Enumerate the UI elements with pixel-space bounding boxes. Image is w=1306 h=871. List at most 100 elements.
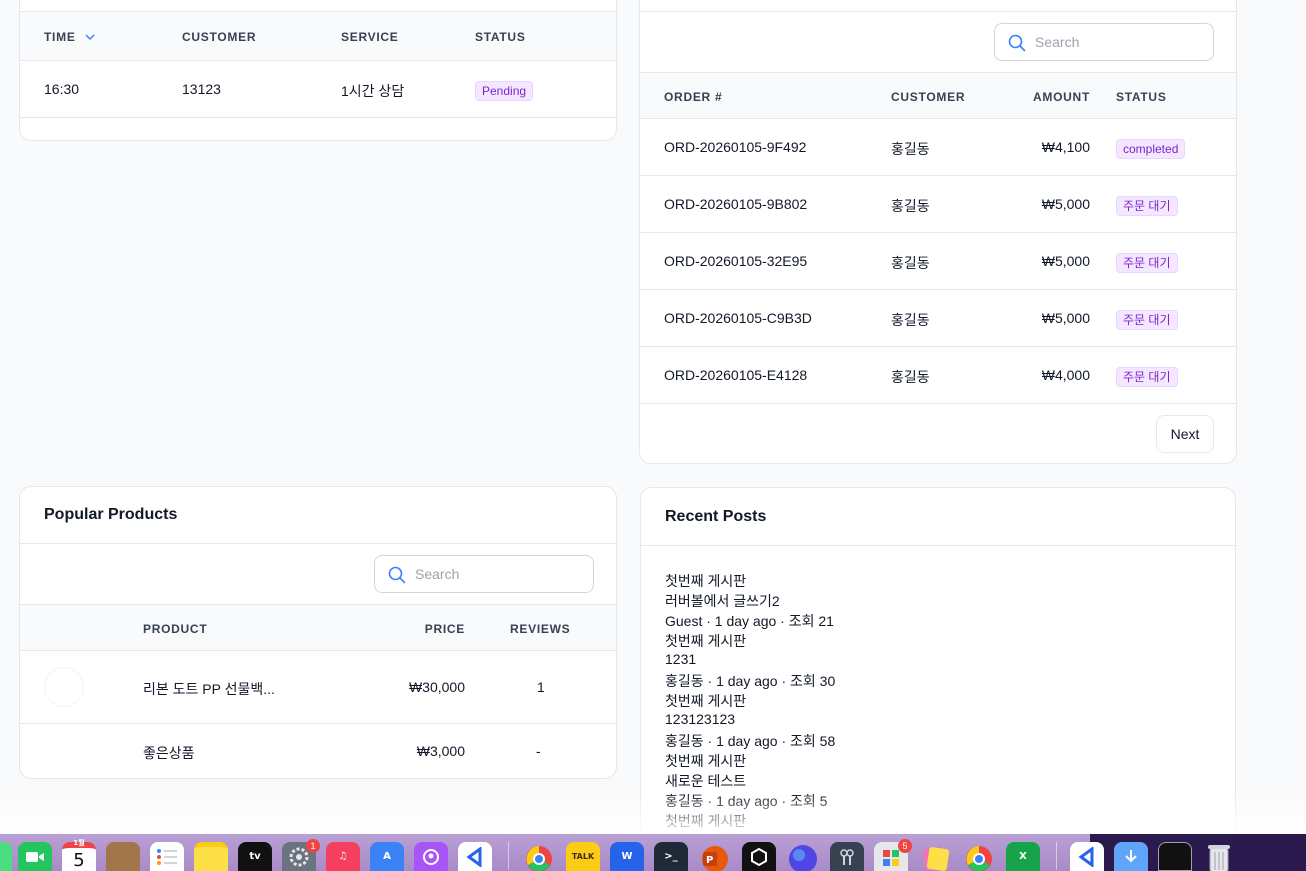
post-meta: 홍길동 · 1 day ago · 조회 30 bbox=[665, 673, 836, 689]
order-customer: 홍길동 bbox=[891, 312, 930, 328]
order-customer: 홍길동 bbox=[891, 198, 930, 214]
post-title[interactable]: 새로운 테스트 bbox=[665, 771, 746, 791]
settings-notification-badge: 1 bbox=[306, 839, 320, 853]
table-row[interactable]: ORD-20260105-E4128 홍길동 ₩4,000 주문 대기 bbox=[640, 347, 1236, 404]
powerpoint-icon[interactable]: P bbox=[698, 842, 732, 871]
post-board: 첫번째 게시판 bbox=[665, 753, 747, 769]
order-number: ORD-20260105-9B802 bbox=[664, 196, 808, 212]
header-status: STATUS bbox=[475, 30, 526, 44]
post-title[interactable]: 1231 bbox=[665, 651, 696, 667]
header-product: PRODUCT bbox=[143, 622, 208, 636]
svg-text:P: P bbox=[706, 855, 713, 866]
music-icon[interactable]: ♫ bbox=[326, 842, 360, 871]
next-page-button[interactable]: Next bbox=[1156, 415, 1214, 453]
unity-icon[interactable] bbox=[742, 842, 776, 871]
kakaotalk-icon[interactable]: TALK bbox=[566, 842, 600, 871]
table-row[interactable]: ORD-20260105-32E95 홍길동 ₩5,000 주문 대기 bbox=[640, 233, 1236, 290]
table-row[interactable]: 리본 도트 PP 선물백... ₩30,000 1 bbox=[20, 651, 616, 724]
apple-tv-icon[interactable]: tv bbox=[238, 842, 272, 871]
post-board: 첫번째 게시판 bbox=[665, 633, 747, 649]
status-badge: 주문 대기 bbox=[1116, 196, 1178, 216]
appointment-customer: 13123 bbox=[182, 81, 221, 97]
order-amount: ₩5,000 bbox=[1041, 253, 1090, 269]
order-customer: 홍길동 bbox=[891, 255, 930, 271]
header-service: SERVICE bbox=[341, 30, 399, 44]
table-row[interactable]: 좋은상품 ₩3,000 - bbox=[20, 724, 616, 778]
header-time[interactable]: TIME bbox=[44, 30, 76, 44]
post-meta: 홍길동 · 1 day ago · 조회 5 bbox=[665, 793, 828, 809]
contacts-icon[interactable] bbox=[106, 842, 140, 871]
orders-card: Search ORDER # CUSTOMER AMOUNT STATUS OR… bbox=[639, 0, 1237, 464]
globe-app-icon[interactable] bbox=[786, 842, 820, 871]
products-search-input[interactable]: Search bbox=[374, 555, 594, 593]
appointment-service: 1시간 상담 bbox=[341, 83, 405, 99]
screen-window-icon[interactable] bbox=[1158, 842, 1192, 871]
store-notification-badge: 5 bbox=[898, 839, 912, 853]
product-reviews: 1 bbox=[537, 679, 545, 695]
calendar-month: 1월 bbox=[73, 839, 85, 847]
chrome-profile-icon[interactable] bbox=[962, 842, 996, 871]
recent-posts-card: Recent Posts 첫번째 게시판 러버볼에서 글쓰기2 Guest · … bbox=[640, 487, 1236, 871]
chrome-icon[interactable] bbox=[522, 842, 556, 871]
order-amount: ₩5,000 bbox=[1041, 310, 1090, 326]
table-row[interactable]: 16:30 13123 1시간 상담 Pending bbox=[20, 61, 616, 118]
downloads-folder-icon[interactable] bbox=[1114, 842, 1148, 871]
search-placeholder: Search bbox=[1035, 34, 1080, 50]
post-board: 첫번째 게시판 bbox=[665, 813, 747, 829]
product-price: ₩30,000 bbox=[408, 679, 465, 695]
podcasts-icon[interactable] bbox=[414, 842, 448, 871]
status-badge: 주문 대기 bbox=[1116, 253, 1178, 273]
status-badge: Pending bbox=[475, 81, 534, 101]
orders-search-input[interactable]: Search bbox=[994, 23, 1214, 61]
appointment-time: 16:30 bbox=[44, 81, 80, 97]
sticky-notes-icon[interactable] bbox=[918, 842, 952, 871]
facetime-icon[interactable] bbox=[18, 842, 52, 871]
post-title[interactable]: 러버볼에서 글쓰기2 bbox=[665, 591, 780, 611]
vscode-window-icon[interactable] bbox=[1070, 842, 1104, 871]
products-table-header: PRODUCT PRICE REVIEWS bbox=[20, 604, 616, 651]
app-store-icon[interactable]: A bbox=[370, 842, 404, 871]
header-customer: CUSTOMER bbox=[182, 30, 257, 44]
search-icon bbox=[1008, 34, 1026, 52]
word-icon[interactable]: W bbox=[610, 842, 644, 871]
finder-icon[interactable] bbox=[0, 842, 12, 871]
card-title: Popular Products bbox=[44, 506, 178, 523]
status-badge: 주문 대기 bbox=[1116, 310, 1178, 330]
header-reviews: REVIEWS bbox=[510, 622, 571, 636]
trash-icon[interactable] bbox=[1202, 842, 1236, 871]
product-name[interactable]: 리본 도트 PP 선물백... bbox=[143, 679, 275, 699]
calendar-day: 5 bbox=[73, 850, 85, 871]
vscode-icon[interactable] bbox=[458, 842, 492, 871]
card-divider bbox=[20, 543, 616, 544]
popular-products-card: Popular Products Search PRODUCT PRICE RE… bbox=[19, 486, 617, 779]
post-board: 첫번째 게시판 bbox=[665, 573, 747, 589]
order-amount: ₩5,000 bbox=[1041, 196, 1090, 212]
product-price: ₩3,000 bbox=[416, 743, 465, 759]
reminders-icon[interactable] bbox=[150, 842, 184, 871]
appointments-card: TIME CUSTOMER SERVICE STATUS 16:30 13123… bbox=[19, 0, 617, 141]
excel-icon[interactable]: X bbox=[1006, 842, 1040, 871]
notes-icon[interactable] bbox=[194, 842, 228, 871]
calendar-icon[interactable]: 1월 5 bbox=[62, 839, 96, 871]
status-badge: 주문 대기 bbox=[1116, 367, 1178, 387]
table-row[interactable]: ORD-20260105-9F492 홍길동 ₩4,100 completed bbox=[640, 119, 1236, 176]
keychain-icon[interactable] bbox=[830, 842, 864, 871]
table-row[interactable]: ORD-20260105-9B802 홍길동 ₩5,000 주문 대기 bbox=[640, 176, 1236, 233]
order-number: ORD-20260105-9F492 bbox=[664, 139, 807, 155]
order-customer: 홍길동 bbox=[891, 369, 930, 385]
dock-separator bbox=[1056, 842, 1057, 870]
dock-separator bbox=[508, 842, 509, 870]
order-amount: ₩4,100 bbox=[1041, 139, 1090, 155]
sort-chevron-down-icon[interactable] bbox=[84, 30, 96, 48]
header-price: PRICE bbox=[424, 622, 465, 636]
order-number: ORD-20260105-E4128 bbox=[664, 367, 808, 383]
terminal-icon[interactable]: >_ bbox=[654, 842, 688, 871]
table-row[interactable]: ORD-20260105-C9B3D 홍길동 ₩5,000 주문 대기 bbox=[640, 290, 1236, 347]
search-placeholder: Search bbox=[415, 566, 460, 582]
header-status: STATUS bbox=[1116, 90, 1167, 104]
search-icon bbox=[388, 566, 406, 584]
post-title[interactable]: 123123123 bbox=[665, 711, 735, 727]
order-number: ORD-20260105-32E95 bbox=[664, 253, 808, 269]
order-amount: ₩4,000 bbox=[1041, 367, 1090, 383]
product-name[interactable]: 좋은상품 bbox=[143, 743, 195, 763]
